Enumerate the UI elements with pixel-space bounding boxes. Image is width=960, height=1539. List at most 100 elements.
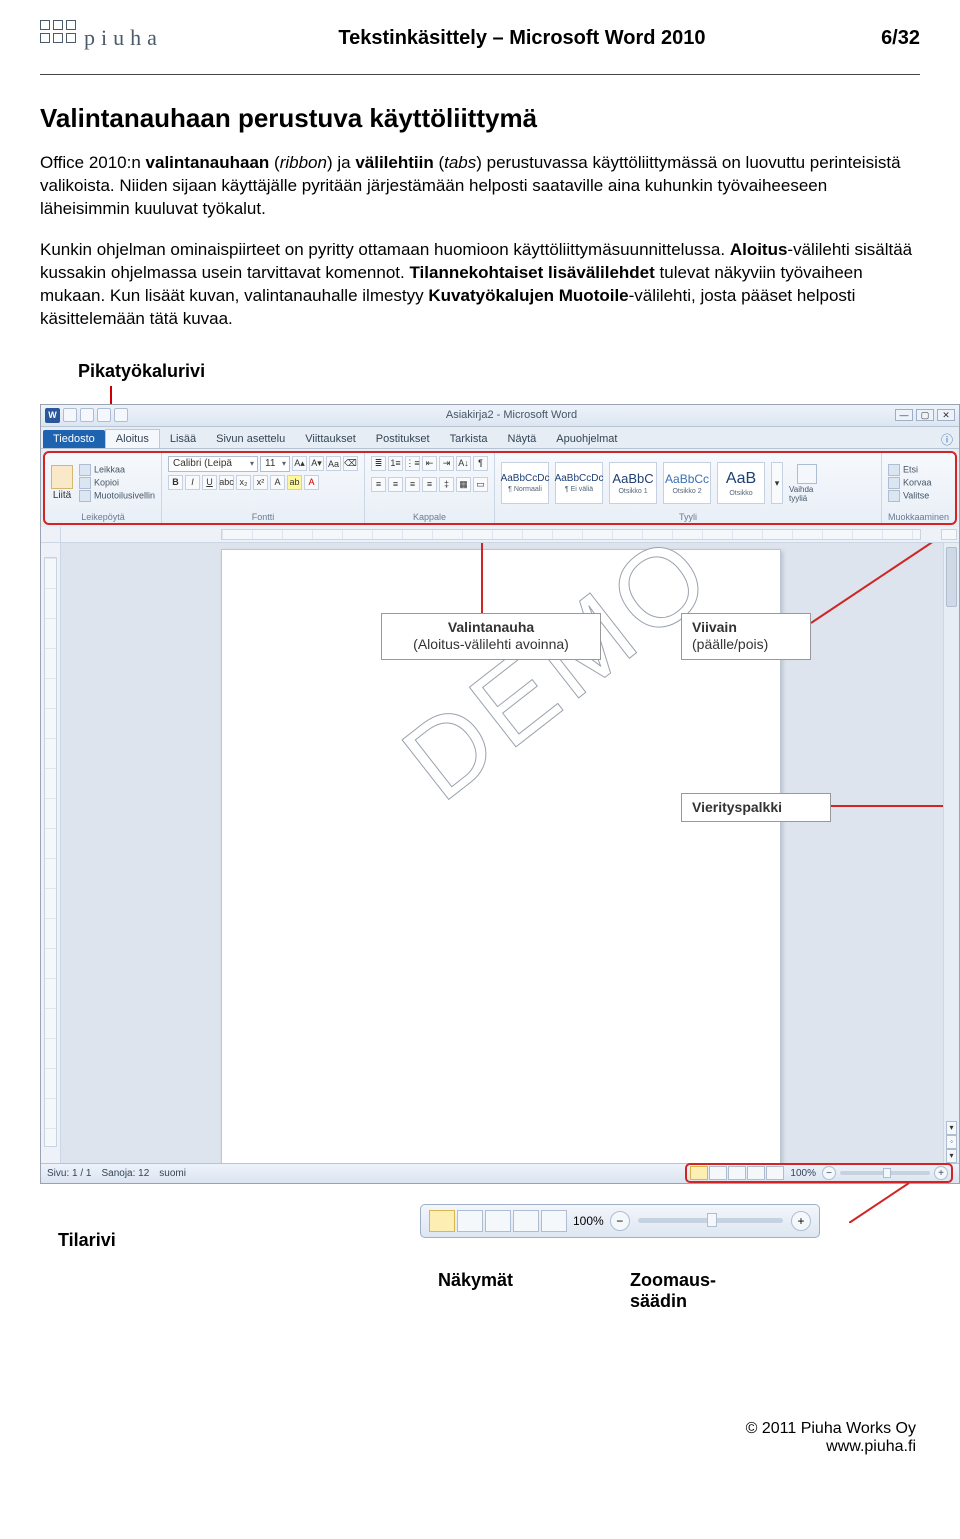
replace-button[interactable]: Korvaa xyxy=(888,477,932,489)
status-page[interactable]: Sivu: 1 / 1 xyxy=(47,1168,91,1179)
text-effects-icon[interactable]: A xyxy=(270,475,285,490)
show-marks-icon[interactable]: ¶ xyxy=(473,456,488,471)
paste-button[interactable]: Liitä xyxy=(51,465,73,501)
copy-button[interactable]: Kopioi xyxy=(79,477,155,489)
style-heading2[interactable]: AaBbCcOtsikko 2 xyxy=(663,462,711,504)
qat-customize-icon[interactable] xyxy=(114,408,128,422)
zoom-out-large[interactable]: − xyxy=(610,1211,630,1231)
zoom-view-web-icon[interactable] xyxy=(485,1210,511,1232)
format-painter-button[interactable]: Muotoilusivellin xyxy=(79,490,155,502)
style-normal[interactable]: AaBbCcDc¶ Normaali xyxy=(501,462,549,504)
tab-view[interactable]: Näytä xyxy=(498,430,547,448)
line-spacing-icon[interactable]: ‡ xyxy=(439,477,454,492)
doc-title: Tekstinkäsittely – Microsoft Word 2010 xyxy=(163,27,881,50)
tab-home[interactable]: Aloitus xyxy=(105,429,160,448)
zoom-view-draft-icon[interactable] xyxy=(541,1210,567,1232)
clear-format-icon[interactable]: ⌫ xyxy=(343,456,358,471)
status-language[interactable]: suomi xyxy=(159,1168,186,1179)
zoom-percent-large[interactable]: 100% xyxy=(573,1214,604,1228)
ribbon: Liitä Leikkaa Kopioi Muotoilusivellin Le… xyxy=(43,451,957,525)
minimize-button[interactable]: — xyxy=(895,409,913,421)
shrink-font-icon[interactable]: A▾ xyxy=(309,456,324,471)
multilevel-icon[interactable]: ⋮≡ xyxy=(405,456,420,471)
paste-icon xyxy=(51,465,73,489)
zoom-slider-large[interactable] xyxy=(638,1218,783,1223)
sort-icon[interactable]: A↓ xyxy=(456,456,471,471)
bold-button[interactable]: B xyxy=(168,475,183,490)
zoom-view-full-icon[interactable] xyxy=(457,1210,483,1232)
scroll-down-icon[interactable]: ▾ xyxy=(946,1121,957,1135)
scrollbar-thumb[interactable] xyxy=(946,547,957,607)
connector-line xyxy=(110,386,112,404)
highlight-icon[interactable]: ab xyxy=(287,475,302,490)
borders-icon[interactable]: ▭ xyxy=(473,477,488,492)
underline-button[interactable]: U xyxy=(202,475,217,490)
qat-save-icon[interactable] xyxy=(63,408,77,422)
qat-redo-icon[interactable] xyxy=(97,408,111,422)
italic-button[interactable]: I xyxy=(185,475,200,490)
document-canvas[interactable]: DEMO Valintanauha (Aloitus-välilehti avo… xyxy=(61,543,943,1163)
tab-mailings[interactable]: Postitukset xyxy=(366,430,440,448)
numbering-icon[interactable]: 1≡ xyxy=(388,456,403,471)
status-bar: Sivu: 1 / 1 Sanoja: 12 suomi 100% − + xyxy=(41,1163,959,1183)
zoom-view-outline-icon[interactable] xyxy=(513,1210,539,1232)
align-center-icon[interactable]: ≡ xyxy=(388,477,403,492)
subscript-button[interactable]: x₂ xyxy=(236,475,251,490)
maximize-button[interactable]: ▢ xyxy=(916,409,934,421)
align-left-icon[interactable]: ≡ xyxy=(371,477,386,492)
vertical-scrollbar[interactable]: ▾ ◦ ▾ xyxy=(943,543,959,1163)
ruler-toggle-button[interactable] xyxy=(941,529,957,540)
zoom-in-button[interactable]: + xyxy=(934,1166,948,1180)
tab-references[interactable]: Viittaukset xyxy=(295,430,366,448)
next-page-icon[interactable]: ▾ xyxy=(946,1149,957,1163)
horizontal-ruler[interactable] xyxy=(221,529,921,540)
horizontal-ruler-row xyxy=(41,527,959,543)
zoom-in-large[interactable]: + xyxy=(791,1211,811,1231)
vertical-ruler[interactable] xyxy=(41,543,61,1163)
superscript-button[interactable]: x² xyxy=(253,475,268,490)
view-print-layout-icon[interactable] xyxy=(690,1166,708,1180)
indent-icon[interactable]: ⇥ xyxy=(439,456,454,471)
view-draft-icon[interactable] xyxy=(766,1166,784,1180)
qat-undo-icon[interactable] xyxy=(80,408,94,422)
status-words[interactable]: Sanoja: 12 xyxy=(101,1168,149,1179)
shading-icon[interactable]: ▦ xyxy=(456,477,471,492)
tab-review[interactable]: Tarkista xyxy=(440,430,498,448)
view-web-icon[interactable] xyxy=(728,1166,746,1180)
select-button[interactable]: Valitse xyxy=(888,490,932,502)
style-heading1[interactable]: AaBbCOtsikko 1 xyxy=(609,462,657,504)
grow-font-icon[interactable]: A▴ xyxy=(292,456,307,471)
font-name-combo[interactable]: Calibri (Leipä xyxy=(168,456,258,472)
footer: © 2011 Piuha Works Oy www.piuha.fi xyxy=(40,1420,920,1456)
zoom-percent[interactable]: 100% xyxy=(790,1168,816,1179)
outdent-icon[interactable]: ⇤ xyxy=(422,456,437,471)
zoom-view-print-icon[interactable] xyxy=(429,1210,455,1232)
callout-ribbon: Valintanauha (Aloitus-välilehti avoinna) xyxy=(381,613,601,660)
view-outline-icon[interactable] xyxy=(747,1166,765,1180)
word-icon[interactable]: W xyxy=(45,408,60,423)
bullets-icon[interactable]: ≣ xyxy=(371,456,386,471)
tab-insert[interactable]: Lisää xyxy=(160,430,206,448)
font-size-combo[interactable]: 11 xyxy=(260,456,290,472)
change-styles-button[interactable]: Vaihda tyyliä xyxy=(789,464,825,503)
tab-addins[interactable]: Apuohjelmat xyxy=(546,430,627,448)
justify-icon[interactable]: ≡ xyxy=(422,477,437,492)
tab-page-layout[interactable]: Sivun asettelu xyxy=(206,430,295,448)
view-full-screen-icon[interactable] xyxy=(709,1166,727,1180)
styles-more-icon[interactable]: ▾ xyxy=(771,462,783,504)
find-button[interactable]: Etsi xyxy=(888,464,932,476)
close-button[interactable]: ✕ xyxy=(937,409,955,421)
help-icon[interactable]: ⓘ xyxy=(941,431,953,448)
style-title[interactable]: AaBOtsikko xyxy=(717,462,765,504)
zoom-slider[interactable] xyxy=(840,1171,930,1175)
cut-button[interactable]: Leikkaa xyxy=(79,464,155,476)
strike-button[interactable]: abc xyxy=(219,475,234,490)
align-right-icon[interactable]: ≡ xyxy=(405,477,420,492)
tab-file[interactable]: Tiedosto xyxy=(43,430,105,448)
prev-page-icon[interactable]: ◦ xyxy=(946,1135,957,1149)
change-case-icon[interactable]: Aa xyxy=(326,456,341,471)
quick-access-toolbar[interactable]: W xyxy=(45,408,128,423)
font-color-icon[interactable]: A xyxy=(304,475,319,490)
style-no-spacing[interactable]: AaBbCcDc¶ Ei väliä xyxy=(555,462,603,504)
zoom-out-button[interactable]: − xyxy=(822,1166,836,1180)
